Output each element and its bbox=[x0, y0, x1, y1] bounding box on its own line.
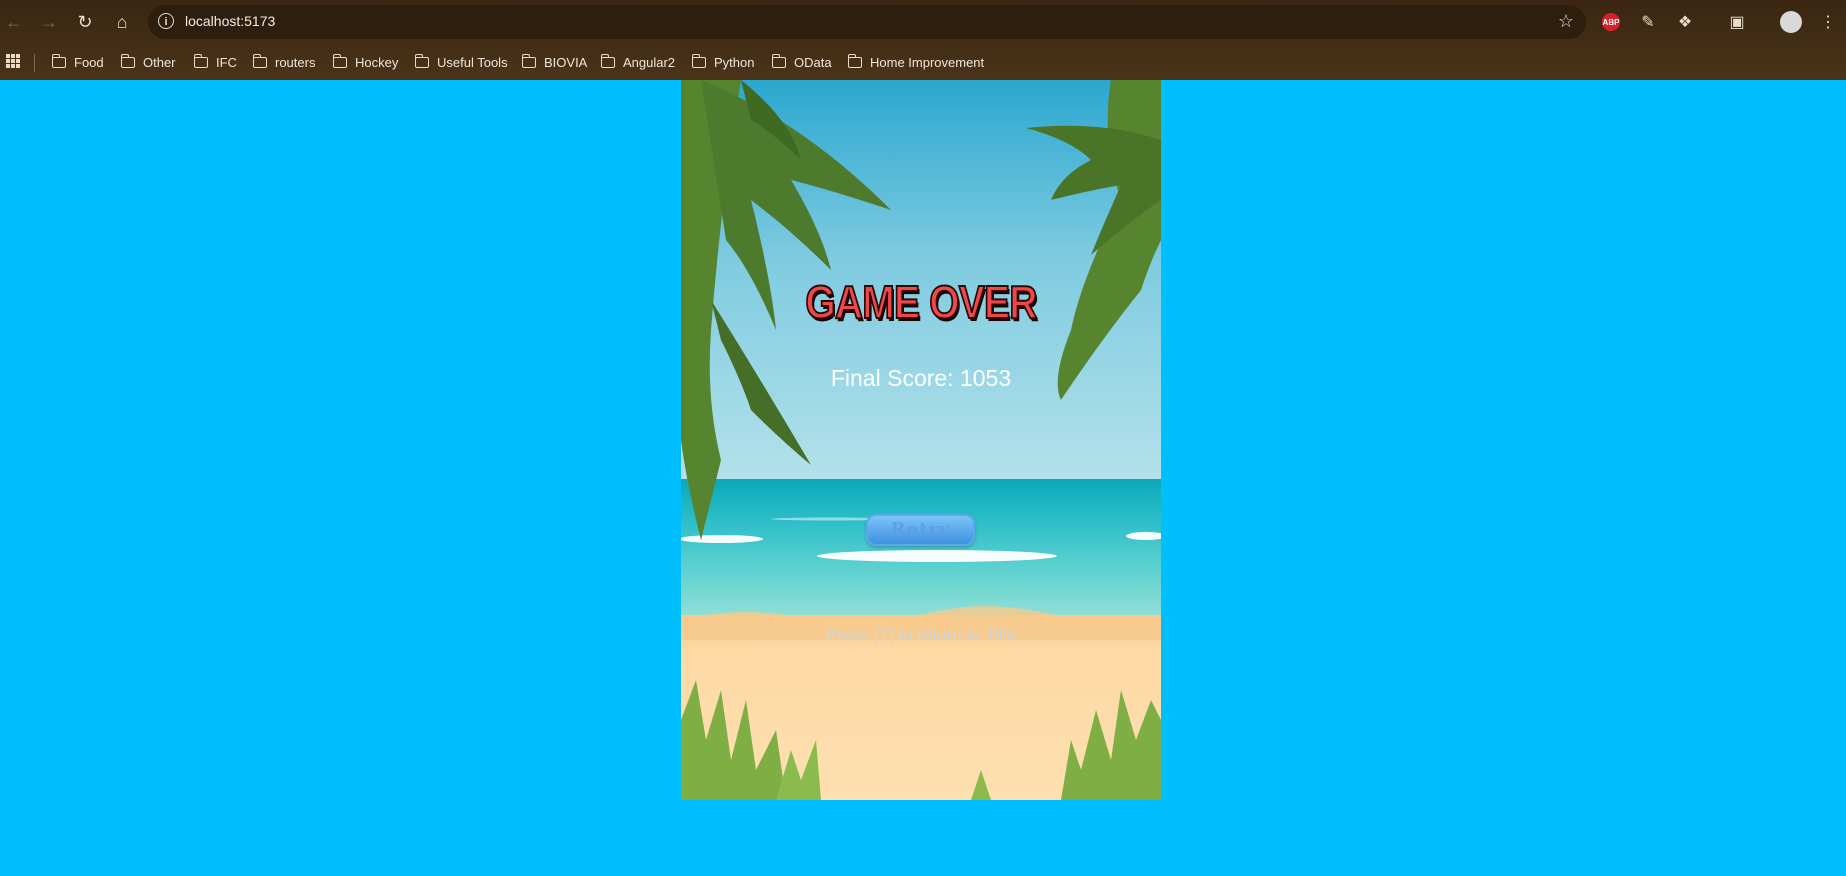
folder-icon bbox=[252, 53, 267, 68]
bookmark-folder[interactable]: OData bbox=[771, 52, 832, 72]
reload-icon[interactable]: ↻ bbox=[71, 8, 99, 36]
bookmarks-bar: Food Other IFC routers Hockey Useful Too… bbox=[0, 44, 1846, 80]
bookmark-folder[interactable]: IFC bbox=[193, 52, 237, 72]
bookmark-folder[interactable]: Food bbox=[51, 52, 104, 72]
forward-icon[interactable]: → bbox=[35, 8, 63, 36]
browser-chrome: ← → ↻ ⌂ i localhost:5173 ☆ ABP ✎ ❖ ▣ ⋮ F… bbox=[0, 0, 1846, 80]
bookmark-folder[interactable]: Hockey bbox=[332, 52, 398, 72]
back-icon[interactable]: ← bbox=[0, 8, 28, 36]
game-over-title: GAME OVER bbox=[804, 275, 1038, 329]
bookmark-star-icon[interactable]: ☆ bbox=[1558, 11, 1574, 32]
apps-grid-icon[interactable] bbox=[6, 54, 20, 68]
home-icon[interactable]: ⌂ bbox=[108, 8, 136, 36]
bookmark-folder[interactable]: BIOVIA bbox=[521, 52, 587, 72]
folder-icon bbox=[120, 53, 135, 68]
folder-icon bbox=[771, 53, 786, 68]
folder-icon bbox=[332, 53, 347, 68]
folder-icon bbox=[847, 53, 862, 68]
browser-toolbar: ← → ↻ ⌂ i localhost:5173 ☆ ABP ✎ ❖ ▣ ⋮ bbox=[0, 0, 1846, 44]
folder-icon bbox=[193, 53, 208, 68]
bookmark-folder[interactable]: Angular2 bbox=[600, 52, 675, 72]
folder-icon bbox=[691, 53, 706, 68]
bookmarks-separator bbox=[34, 54, 35, 72]
bookmark-folder[interactable]: routers bbox=[252, 52, 315, 72]
extensions-icon[interactable]: ❖ bbox=[1673, 10, 1697, 34]
bookmark-folder[interactable]: Useful Tools bbox=[414, 52, 508, 72]
url-text: localhost:5173 bbox=[185, 13, 276, 29]
adblock-icon[interactable]: ABP bbox=[1602, 13, 1620, 31]
final-score-text: Final Score: 1053 bbox=[830, 365, 1012, 391]
folder-icon bbox=[600, 53, 615, 68]
folder-icon bbox=[521, 53, 536, 68]
folder-icon bbox=[51, 53, 66, 68]
folder-icon bbox=[414, 53, 429, 68]
bookmark-folder[interactable]: Other bbox=[120, 52, 176, 72]
site-info-icon[interactable]: i bbox=[158, 13, 174, 29]
game-canvas[interactable]: GAME OVER Final Score: 1053 Retry Press … bbox=[681, 80, 1161, 800]
bookmark-folder[interactable]: Python bbox=[691, 52, 754, 72]
bookmark-folder[interactable]: Home Improvement bbox=[847, 52, 984, 72]
grass bbox=[681, 680, 1161, 800]
eyedropper-icon[interactable]: ✎ bbox=[1636, 10, 1660, 34]
return-to-title-hint: Press [T] to return to Title bbox=[825, 625, 1017, 644]
menu-icon[interactable]: ⋮ bbox=[1816, 10, 1840, 34]
profile-avatar[interactable] bbox=[1780, 11, 1802, 33]
retry-button[interactable]: Retry bbox=[866, 514, 975, 546]
tab-search-icon[interactable]: ▣ bbox=[1725, 10, 1749, 34]
beach-decoration bbox=[681, 80, 1161, 800]
right-palm bbox=[1026, 80, 1161, 400]
address-bar[interactable]: i localhost:5173 ☆ bbox=[148, 5, 1586, 39]
